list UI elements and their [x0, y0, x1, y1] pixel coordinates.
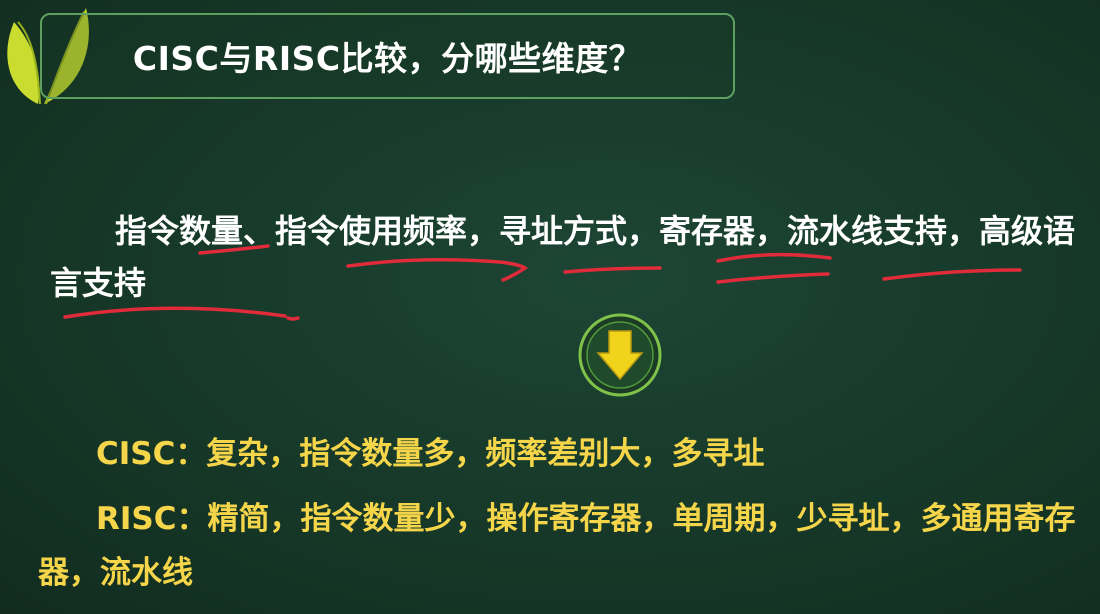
underline-high-level-tail: [286, 316, 300, 321]
risc-summary: RISC：精简，指令数量少，操作寄存器，单周期，少寻址，多通用寄存器，流水线: [38, 492, 1078, 600]
title-box: CISC与RISC比较，分哪些维度？: [40, 13, 735, 99]
dimensions-text: 指令数量、指令使用频率，寻址方式，寄存器，流水线支持，高级语言支持: [50, 212, 1076, 302]
cisc-summary: CISC：复杂，指令数量多，频率差别大，多寻址: [96, 427, 764, 481]
page-title: CISC与RISC比较，分哪些维度？: [132, 39, 643, 78]
cisc-label: CISC：: [96, 436, 207, 472]
underline-high-level: [63, 306, 287, 319]
cisc-text: 复杂，指令数量多，频率差别大，多寻址: [206, 436, 765, 472]
risc-label: RISC：: [96, 501, 208, 537]
down-arrow-icon: [578, 313, 662, 397]
